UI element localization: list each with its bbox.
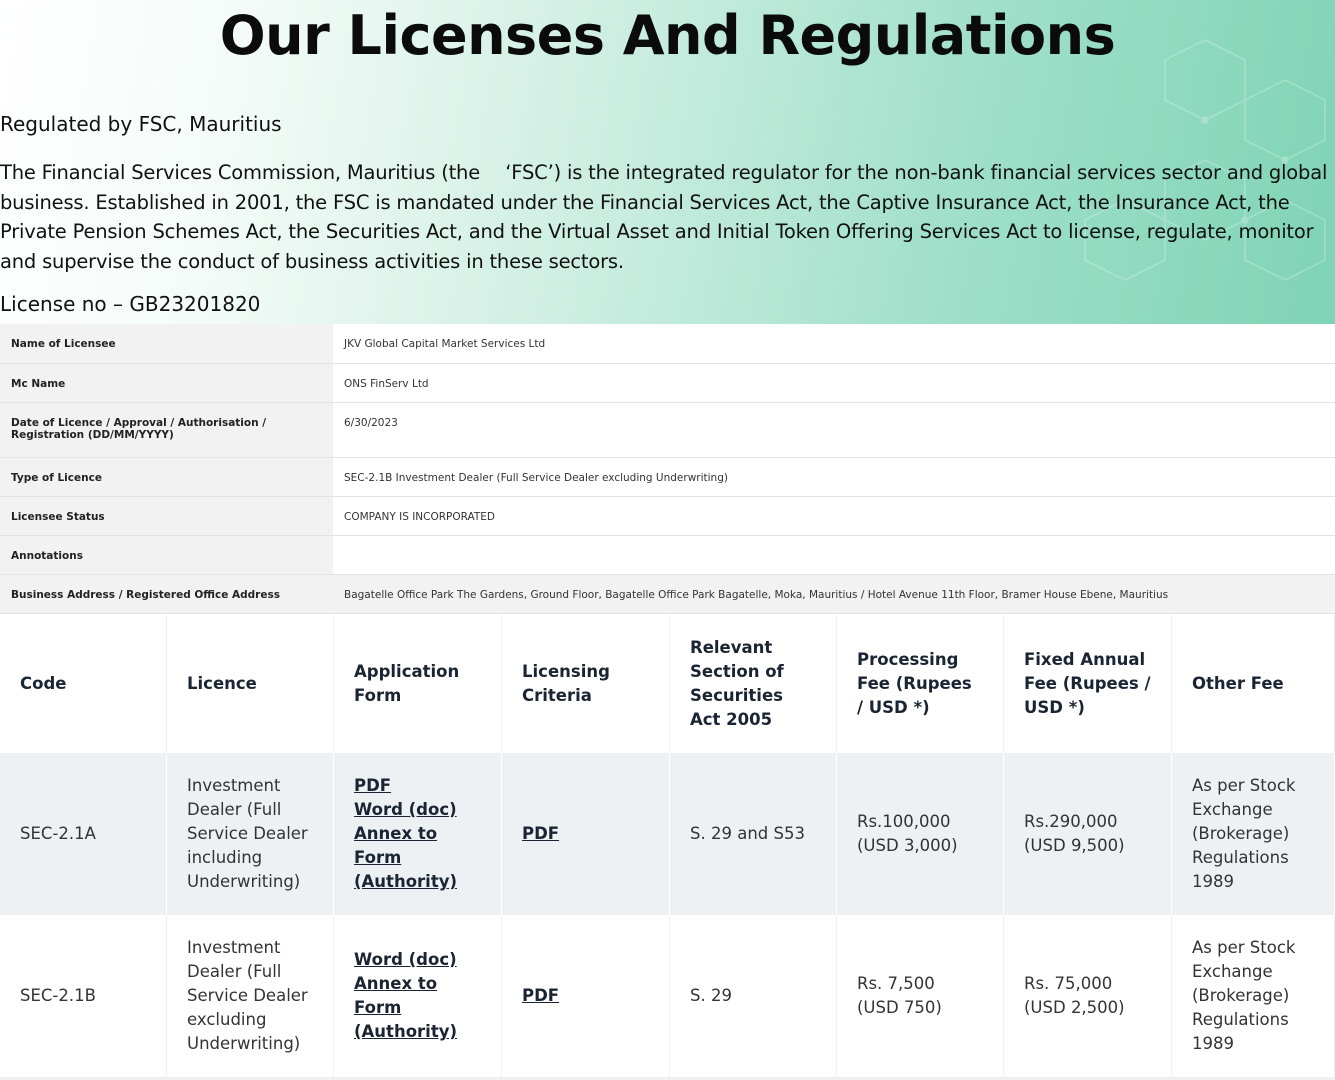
licensee-value: Bagatelle Office Park The Gardens, Groun… (333, 574, 1335, 614)
processing-fee-cell: Rs.100,000 (USD 3,000) (837, 753, 1004, 915)
application-form-cell: PDF Word (doc) Annex to Form (Authority) (334, 753, 502, 915)
licensee-value: JKV Global Capital Market Services Ltd (333, 324, 1335, 364)
licensee-row: Name of Licensee JKV Global Capital Mark… (0, 324, 1335, 364)
licensee-row: Type of Licence SEC-2.1B Investment Deal… (0, 457, 1335, 497)
licensee-label: Name of Licensee (0, 324, 333, 364)
word-form-link[interactable]: Word (doc) (354, 798, 481, 822)
licensee-details-table: Name of Licensee JKV Global Capital Mark… (0, 324, 1335, 614)
processing-fee-rupees: Rs.100,000 (857, 812, 951, 831)
criteria-pdf-link[interactable]: PDF (522, 822, 649, 846)
license-number: License no – GB23201820 (0, 292, 261, 316)
licensee-label: Licensee Status (0, 496, 333, 536)
licensee-row: Licensee Status COMPANY IS INCORPORATED (0, 496, 1335, 536)
fees-header-row: Code Licence Application Form Licensing … (0, 615, 1335, 753)
licence-code: SEC-2.1B (0, 915, 167, 1077)
application-form-cell: Word (doc) Annex to Form (Authority) (334, 915, 502, 1077)
column-header-other-fee: Other Fee (1172, 615, 1335, 753)
processing-fee-cell: Rs. 7,500 (USD 750) (837, 915, 1004, 1077)
licensee-value (333, 535, 1335, 575)
licence-fees-table: Code Licence Application Form Licensing … (0, 615, 1335, 1077)
relevant-section: S. 29 and S53 (670, 753, 837, 915)
column-header-licensing-criteria: Licensing Criteria (502, 615, 670, 753)
other-fee: As per Stock Exchange (Brokerage) Regula… (1172, 753, 1335, 915)
licensee-value: ONS FinServ Ltd (333, 363, 1335, 403)
column-header-code: Code (0, 615, 167, 753)
licensee-value: SEC-2.1B Investment Dealer (Full Service… (333, 457, 1335, 497)
licence-name: Investment Dealer (Full Service Dealer e… (167, 915, 334, 1077)
annual-fee-cell: Rs. 75,000 (USD 2,500) (1004, 915, 1172, 1077)
licence-name: Investment Dealer (Full Service Dealer i… (167, 753, 334, 915)
licence-code: SEC-2.1A (0, 753, 167, 915)
licensee-row: Annotations (0, 535, 1335, 575)
licensee-label: Business Address / Registered Office Add… (0, 574, 333, 614)
column-header-licence: Licence (167, 615, 334, 753)
licensee-label: Mc Name (0, 363, 333, 403)
table-row: SEC-2.1A Investment Dealer (Full Service… (0, 753, 1335, 915)
other-fee: As per Stock Exchange (Brokerage) Regula… (1172, 915, 1335, 1077)
licensee-value: COMPANY IS INCORPORATED (333, 496, 1335, 536)
annex-form-link[interactable]: Annex to Form (Authority) (354, 972, 481, 1044)
table-row: SEC-2.1B Investment Dealer (Full Service… (0, 915, 1335, 1077)
licensing-criteria-cell: PDF (502, 915, 670, 1077)
processing-fee-usd: (USD 750) (857, 998, 942, 1017)
processing-fee-rupees: Rs. 7,500 (857, 974, 935, 993)
word-form-link[interactable]: Word (doc) (354, 948, 481, 972)
annual-fee-usd: (USD 2,500) (1024, 998, 1125, 1017)
pdf-form-link[interactable]: PDF (354, 774, 481, 798)
licensee-label: Annotations (0, 535, 333, 575)
relevant-section: S. 29 (670, 915, 837, 1077)
annex-form-link[interactable]: Annex to Form (Authority) (354, 822, 481, 894)
regulator-heading: Regulated by FSC, Mauritius (0, 112, 282, 136)
licensee-label: Type of Licence (0, 457, 333, 497)
page-title: Our Licenses And Regulations (219, 4, 1116, 67)
licensing-criteria-cell: PDF (502, 753, 670, 915)
licensee-row: Mc Name ONS FinServ Ltd (0, 363, 1335, 403)
annual-fee-cell: Rs.290,000 (USD 9,500) (1004, 753, 1172, 915)
licensee-row: Date of Licence / Approval / Authorisati… (0, 402, 1335, 458)
annual-fee-rupees: Rs.290,000 (1024, 812, 1118, 831)
column-header-annual-fee: Fixed Annual Fee (Rupees / USD *) (1004, 615, 1172, 753)
processing-fee-usd: (USD 3,000) (857, 836, 958, 855)
annual-fee-rupees: Rs. 75,000 (1024, 974, 1113, 993)
column-header-processing-fee: Processing Fee (Rupees / USD *) (837, 615, 1004, 753)
regulator-description: The Financial Services Commission, Mauri… (0, 161, 1328, 273)
criteria-pdf-link[interactable]: PDF (522, 984, 649, 1008)
annual-fee-usd: (USD 9,500) (1024, 836, 1125, 855)
column-header-relevant-section: Relevant Section of Securities Act 2005 (670, 615, 837, 753)
licensee-value: 6/30/2023 (333, 402, 1335, 458)
licensee-label: Date of Licence / Approval / Authorisati… (0, 402, 333, 458)
column-header-application-form: Application Form (334, 615, 502, 753)
licensee-row: Business Address / Registered Office Add… (0, 574, 1335, 614)
